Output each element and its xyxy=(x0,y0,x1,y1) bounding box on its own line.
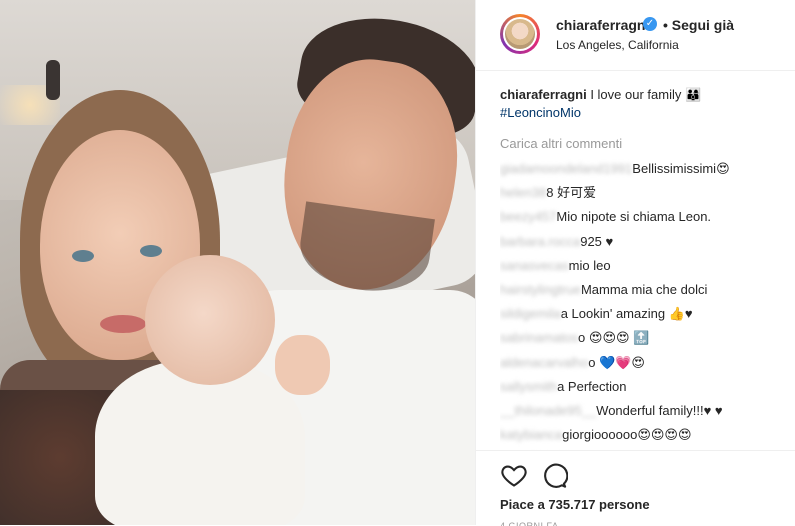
comment-row: sallysmitha Perfection xyxy=(500,375,790,399)
comment-text: giorgioooooo😍😍😍😍 xyxy=(562,427,692,443)
comment-text: Bellissimissimi😍 xyxy=(632,161,730,176)
comment-bubble-icon[interactable] xyxy=(540,461,568,489)
comment-text: Wonderful family!!!♥ ♥ xyxy=(596,402,723,418)
hashtag-link[interactable]: #LeoncinoMio xyxy=(500,105,581,120)
photo-woman-eye-left xyxy=(72,250,94,262)
comment-text: o 💙💗😍 xyxy=(588,354,645,370)
comment-row: sabrinamatoso 😍😍😍 🔝 xyxy=(500,326,790,350)
verified-badge-icon: ✓ xyxy=(643,17,657,31)
comment-list: giadamoondeland1991Bellissimissimi😍 helen… xyxy=(500,157,790,471)
avatar[interactable] xyxy=(500,14,540,54)
photo-lamp xyxy=(46,60,60,100)
photo-baby-body xyxy=(95,360,305,525)
comment-row: helen388 好可爱 xyxy=(500,181,790,205)
comment-text: mio leo xyxy=(568,257,611,273)
heart-outline-icon[interactable] xyxy=(500,461,528,489)
comment-text: o 😍😍😍 🔝 xyxy=(578,330,650,346)
following-button[interactable]: • Segui già xyxy=(663,17,734,33)
comment-text: a Perfection xyxy=(557,378,627,394)
load-more-comments-button[interactable]: Carica altri commenti xyxy=(500,135,790,153)
comment-row: giadamoondeland1991Bellissimissimi😍 xyxy=(500,157,790,181)
post-timestamp[interactable]: 4 GIORNI FA xyxy=(500,521,559,526)
comment-username[interactable]: aldenacarvalho xyxy=(500,351,588,375)
comment-username[interactable]: barbara.rocca xyxy=(500,230,580,254)
comment-username[interactable]: hairstylingtrue xyxy=(500,278,581,302)
comment-row: beezy457Mio nipote si chiama Leon. xyxy=(500,205,790,229)
comment-row: aldenacarvalhoo 💙💗😍 xyxy=(500,351,790,375)
comment-username[interactable]: sabrinamatos xyxy=(500,326,578,350)
comment-text: 8 好可爱 xyxy=(546,185,597,201)
comment-row: hairstylingtrueMamma mia che dolci xyxy=(500,278,790,302)
likes-count[interactable]: Piace a 735.717 persone xyxy=(500,497,650,512)
comment-row: sanasvecasmio leo xyxy=(500,254,790,278)
caption-text: I love our family 👨‍👩‍👦 xyxy=(586,87,702,102)
comment-username[interactable]: beezy457 xyxy=(500,205,556,229)
comment-text: Mamma mia che dolci xyxy=(580,281,708,297)
comment-text: a Lookin' amazing 👍♥ xyxy=(560,306,693,322)
username-link[interactable]: chiaraferragni xyxy=(556,17,649,33)
comment-username[interactable]: katybianca xyxy=(500,423,562,447)
post-caption: chiaraferragni I love our family 👨‍👩‍👦 #… xyxy=(500,86,790,122)
photo-baby-face xyxy=(145,255,275,385)
photo-baby-hand xyxy=(275,335,330,395)
comment-username[interactable]: helen38 xyxy=(500,181,546,205)
comment-text: Mio nipote si chiama Leon. xyxy=(556,209,712,225)
post-sidebar: chiaraferragni ✓ • Segui già Los Angeles… xyxy=(475,0,795,526)
comment-row: katybiancagiorgioooooo😍😍😍😍 xyxy=(500,423,790,447)
photo-woman-eye-right xyxy=(140,245,162,257)
post-actions-bar: Piace a 735.717 persone 4 GIORNI FA xyxy=(476,450,795,526)
post-header: chiaraferragni ✓ • Segui già Los Angeles… xyxy=(476,0,795,71)
photo-woman-lips xyxy=(100,315,146,333)
avatar-photo xyxy=(505,19,535,49)
location-link[interactable]: Los Angeles, California xyxy=(556,38,679,52)
comment-username[interactable]: __thilonade95__ xyxy=(500,399,596,423)
comment-username[interactable]: sanasvecas xyxy=(500,254,569,278)
post-photo[interactable] xyxy=(0,0,475,525)
comment-row: sildigemilaa Lookin' amazing 👍♥ xyxy=(500,302,790,326)
comment-text: 925 ♥ xyxy=(580,233,614,249)
comment-row: barbara.rocca925 ♥ xyxy=(500,230,790,254)
comment-username[interactable]: giadamoondeland1991 xyxy=(500,157,632,181)
comments-section: chiaraferragni I love our family 👨‍👩‍👦 #… xyxy=(500,86,790,471)
comment-row: __thilonade95__Wonderful family!!!♥ ♥ xyxy=(500,399,790,423)
comment-username[interactable]: sallysmith xyxy=(500,375,557,399)
caption-username[interactable]: chiaraferragni xyxy=(500,87,587,102)
comment-username[interactable]: sildigemila xyxy=(500,302,561,326)
